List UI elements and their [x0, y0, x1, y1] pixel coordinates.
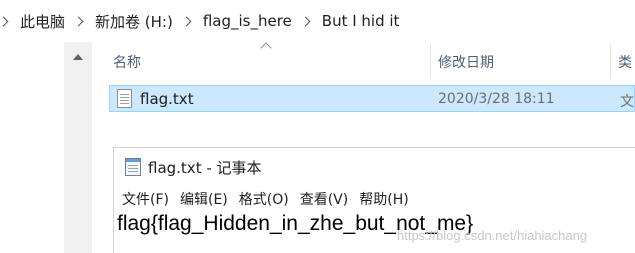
nav-scrollbar[interactable]	[64, 42, 92, 253]
notepad-window[interactable]: flag.txt - 记事本 文件(F) 编辑(E) 格式(O) 查看(V) 帮…	[113, 147, 635, 253]
menu-edit[interactable]: 编辑(E)	[178, 189, 237, 211]
menu-file[interactable]: 文件(F)	[120, 189, 178, 211]
chevron-right-icon[interactable]	[0, 16, 9, 26]
scroll-up-arrow-icon[interactable]	[73, 54, 83, 60]
breadcrumb-this-pc[interactable]: 此电脑	[20, 11, 65, 32]
menu-help[interactable]: 帮助(H)	[357, 189, 417, 211]
breadcrumb-folder[interactable]: flag_is_here	[203, 12, 292, 30]
breadcrumb-subfolder[interactable]: But I hid it	[322, 12, 400, 30]
menu-view[interactable]: 查看(V)	[298, 189, 358, 211]
file-name: flag.txt	[140, 90, 194, 108]
watermark: https://blog.csdn.net/hiahiachang	[397, 228, 588, 243]
file-type: 文	[620, 94, 634, 110]
column-divider[interactable]	[610, 44, 611, 78]
column-header-type[interactable]: 类	[618, 52, 632, 72]
menu-format[interactable]: 格式(O)	[237, 189, 298, 211]
column-divider[interactable]	[430, 44, 431, 78]
navigation-pane	[0, 42, 64, 253]
notepad-title: flag.txt - 记事本	[148, 159, 262, 177]
column-header-modified[interactable]: 修改日期	[438, 52, 494, 72]
notepad-menubar: 文件(F) 编辑(E) 格式(O) 查看(V) 帮助(H)	[120, 189, 418, 211]
chevron-right-icon[interactable]	[181, 16, 192, 26]
file-modified: 2020/3/28 18:11	[438, 91, 555, 107]
breadcrumb: 此电脑 新加卷 (H:) flag_is_here But I hid it	[0, 0, 635, 42]
text-file-icon	[117, 89, 132, 108]
sort-ascending-icon	[260, 42, 272, 54]
notepad-icon	[125, 158, 141, 176]
column-header-name[interactable]: 名称	[113, 52, 141, 72]
chevron-right-icon[interactable]	[300, 16, 311, 26]
screen: 此电脑 新加卷 (H:) flag_is_here But I hid it 名…	[0, 0, 635, 253]
chevron-right-icon[interactable]	[73, 16, 84, 26]
file-row[interactable]: flag.txt 2020/3/28 18:11 文	[109, 85, 635, 112]
breadcrumb-drive[interactable]: 新加卷 (H:)	[95, 11, 173, 32]
